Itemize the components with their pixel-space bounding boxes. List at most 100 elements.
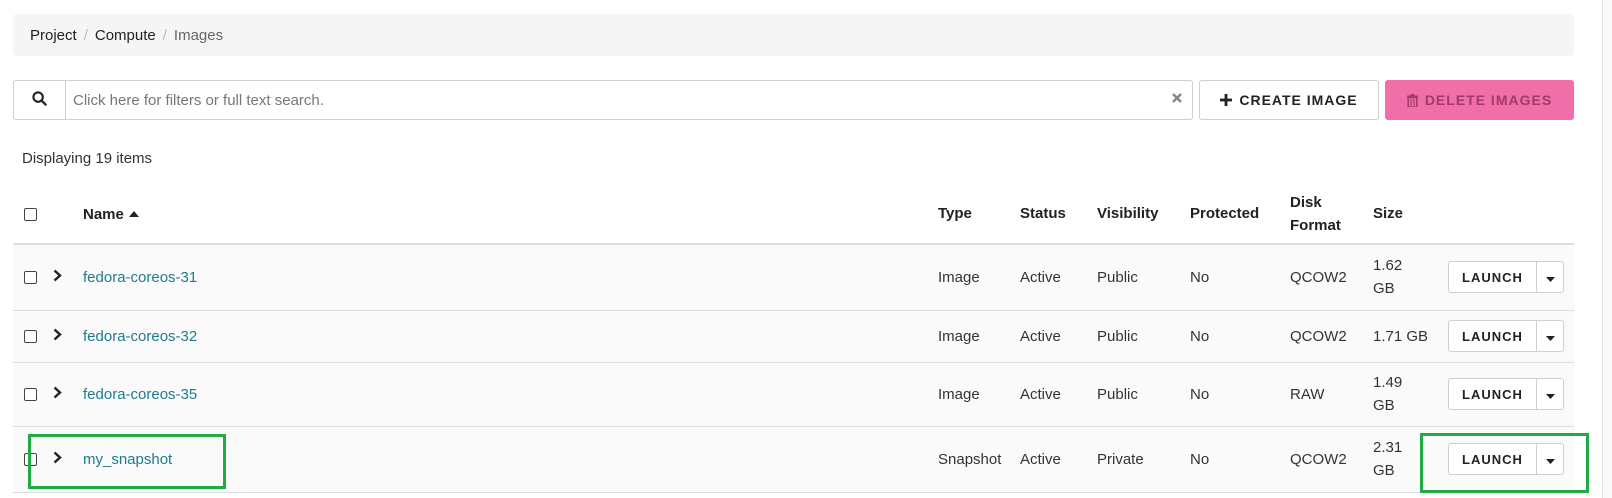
launch-button[interactable]: LAUNCH <box>1449 321 1537 351</box>
column-protected[interactable]: Protected <box>1190 184 1290 245</box>
column-type[interactable]: Type <box>938 184 1020 245</box>
plus-icon <box>1220 94 1233 106</box>
image-status: Active <box>1020 310 1097 363</box>
row-checkbox[interactable] <box>24 330 37 344</box>
breadcrumb-separator: / <box>83 26 88 44</box>
image-size-value: 2.31 <box>1373 439 1403 456</box>
image-status: Active <box>1020 362 1097 427</box>
image-protected: No <box>1190 426 1290 493</box>
table-row: fedora-coreos-31 Image Active Public No … <box>13 244 1574 311</box>
breadcrumb-images: Images <box>173 26 224 44</box>
chevron-right-icon[interactable] <box>53 386 62 399</box>
header-select-cell <box>13 184 53 245</box>
image-size: 1.49 GB <box>1373 362 1439 427</box>
image-size-unit: GB <box>1373 462 1395 479</box>
launch-button-group: LAUNCH <box>1448 378 1564 410</box>
image-protected: No <box>1190 362 1290 427</box>
image-type: Image <box>938 244 1020 311</box>
caret-down-icon <box>1545 383 1555 406</box>
breadcrumb-compute[interactable]: Compute <box>95 27 156 44</box>
column-visibility[interactable]: Visibility <box>1097 184 1190 245</box>
image-size-unit: GB <box>1373 397 1395 414</box>
column-status[interactable]: Status <box>1020 184 1097 245</box>
close-icon <box>1171 91 1183 109</box>
image-name-link[interactable]: fedora-coreos-31 <box>83 269 197 286</box>
breadcrumb: Project / Compute / Images <box>13 14 1574 56</box>
image-name-link[interactable]: fedora-coreos-35 <box>83 386 197 403</box>
header-expand-cell <box>53 184 77 245</box>
row-checkbox[interactable] <box>24 453 37 467</box>
caret-down-icon <box>1545 448 1555 471</box>
image-disk-format: RAW <box>1290 362 1373 427</box>
launch-button[interactable]: LAUNCH <box>1449 444 1537 474</box>
breadcrumb-project[interactable]: Project <box>30 27 77 44</box>
table-row: fedora-coreos-32 Image Active Public No … <box>13 310 1574 363</box>
search-button[interactable] <box>14 81 66 119</box>
image-size: 1.71 GB <box>1373 310 1439 363</box>
trash-icon <box>1406 93 1418 107</box>
image-status: Active <box>1020 426 1097 493</box>
delete-images-label: DELETE IMAGES <box>1424 92 1553 108</box>
image-size-value: 1.71 GB <box>1373 327 1429 345</box>
image-protected: No <box>1190 244 1290 311</box>
image-size: 1.62 GB <box>1373 244 1439 311</box>
delete-images-button[interactable]: DELETE IMAGES <box>1385 80 1574 120</box>
search-input[interactable] <box>66 81 1162 119</box>
launch-dropdown-toggle[interactable] <box>1537 379 1563 409</box>
image-size: 2.31 GB <box>1373 426 1439 493</box>
image-status: Active <box>1020 244 1097 311</box>
clear-search-button[interactable] <box>1162 81 1192 119</box>
caret-down-icon <box>1545 266 1555 289</box>
launch-dropdown-toggle[interactable] <box>1537 262 1563 292</box>
image-size-value: 1.49 <box>1373 374 1403 391</box>
toolbar: CREATE IMAGE DELETE IMAGES <box>13 80 1574 120</box>
launch-dropdown-toggle[interactable] <box>1537 321 1563 351</box>
image-type: Image <box>938 310 1020 363</box>
table-header-row: Name Type Status Visibility Protected Di… <box>13 184 1574 245</box>
image-disk-format: QCOW2 <box>1290 310 1373 363</box>
chevron-right-icon[interactable] <box>53 328 62 341</box>
image-visibility: Private <box>1097 426 1190 493</box>
table-row: fedora-coreos-35 Image Active Public No … <box>13 362 1574 427</box>
image-name-link[interactable]: my_snapshot <box>83 451 172 468</box>
row-checkbox[interactable] <box>24 271 37 285</box>
image-size-value: 1.62 <box>1373 257 1403 275</box>
image-visibility: Public <box>1097 310 1190 363</box>
sort-asc-icon <box>128 201 139 224</box>
image-type: Snapshot <box>938 426 1020 493</box>
launch-button-group: LAUNCH <box>1448 443 1564 475</box>
column-disk-format-line1: Disk <box>1290 193 1322 211</box>
image-name-link[interactable]: fedora-coreos-32 <box>83 328 197 345</box>
chevron-right-icon[interactable] <box>53 269 62 282</box>
search-bar <box>13 80 1193 120</box>
image-size-unit: GB <box>1373 280 1395 298</box>
launch-button[interactable]: LAUNCH <box>1449 262 1537 293</box>
search-icon <box>32 90 47 110</box>
breadcrumb-separator: / <box>162 26 167 44</box>
launch-button[interactable]: LAUNCH <box>1449 379 1537 409</box>
select-all-checkbox[interactable] <box>24 207 37 221</box>
column-disk-format[interactable]: Disk Format <box>1290 184 1373 245</box>
image-type: Image <box>938 362 1020 427</box>
create-image-button[interactable]: CREATE IMAGE <box>1199 80 1379 120</box>
column-actions <box>1439 184 1574 245</box>
chevron-right-icon[interactable] <box>53 451 62 464</box>
item-count: Displaying 19 items <box>22 150 153 167</box>
image-visibility: Public <box>1097 244 1190 311</box>
column-name-label: Name <box>83 206 124 223</box>
column-disk-format-line2: Format <box>1290 216 1341 234</box>
vertical-scrollbar[interactable] <box>1602 0 1612 498</box>
image-protected: No <box>1190 310 1290 363</box>
row-checkbox[interactable] <box>24 388 37 402</box>
caret-down-icon <box>1545 325 1555 348</box>
image-disk-format: QCOW2 <box>1290 244 1373 311</box>
image-visibility: Public <box>1097 362 1190 427</box>
column-name[interactable]: Name <box>77 184 938 245</box>
create-image-label: CREATE IMAGE <box>1239 92 1358 108</box>
images-table: Name Type Status Visibility Protected Di… <box>13 184 1574 493</box>
column-size[interactable]: Size <box>1373 184 1439 245</box>
table-row: my_snapshot Snapshot Active Private No Q… <box>13 426 1574 493</box>
launch-dropdown-toggle[interactable] <box>1537 444 1563 474</box>
image-disk-format: QCOW2 <box>1290 426 1373 493</box>
launch-button-group: LAUNCH <box>1448 320 1564 352</box>
